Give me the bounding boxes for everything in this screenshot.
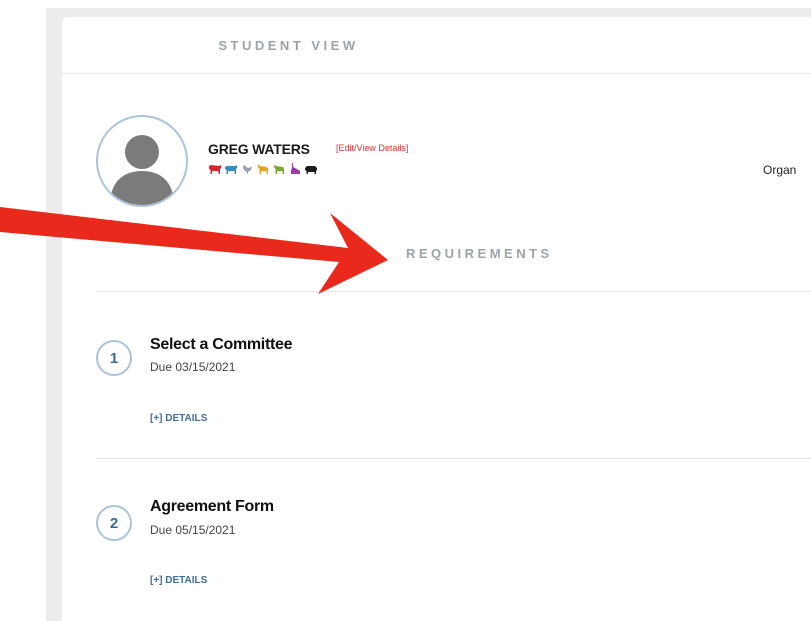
page: STUDENT VIEW GREG WATERS [Edit/View Deta… <box>0 0 811 621</box>
requirement-due-date: Due 03/15/2021 <box>150 360 236 374</box>
swine-icon <box>304 162 318 176</box>
requirement-due-date: Due 05/15/2021 <box>150 523 236 537</box>
card-header: STUDENT VIEW <box>62 17 811 74</box>
page-title: STUDENT VIEW <box>218 37 359 53</box>
requirement-details-toggle[interactable]: [+] DETAILS <box>150 413 207 424</box>
student-name: GREG WATERS <box>208 141 310 157</box>
dairy-cow-icon <box>224 162 238 176</box>
organization-label: Organ <box>763 163 797 177</box>
user-silhouette-icon <box>110 135 174 205</box>
poultry-icon <box>240 162 254 176</box>
cattle-icon <box>208 162 222 176</box>
sheep-icon <box>272 162 286 176</box>
requirements-divider <box>96 291 811 292</box>
requirement-divider <box>96 458 811 459</box>
requirement-title: Select a Committee <box>150 336 293 353</box>
edit-details-link[interactable]: [Edit/View Details] <box>336 143 408 153</box>
requirements-title: REQUIREMENTS <box>406 246 553 261</box>
requirement-details-toggle[interactable]: [+] DETAILS <box>150 575 207 586</box>
requirement-number-badge: 2 <box>96 505 132 541</box>
student-card: STUDENT VIEW GREG WATERS [Edit/View Deta… <box>62 17 811 621</box>
rabbit-icon <box>288 162 302 176</box>
avatar <box>96 115 188 207</box>
requirement-title: Agreement Form <box>150 498 274 515</box>
animal-icons <box>208 162 318 176</box>
goat-icon <box>256 162 270 176</box>
requirement-number-badge: 1 <box>96 340 132 376</box>
